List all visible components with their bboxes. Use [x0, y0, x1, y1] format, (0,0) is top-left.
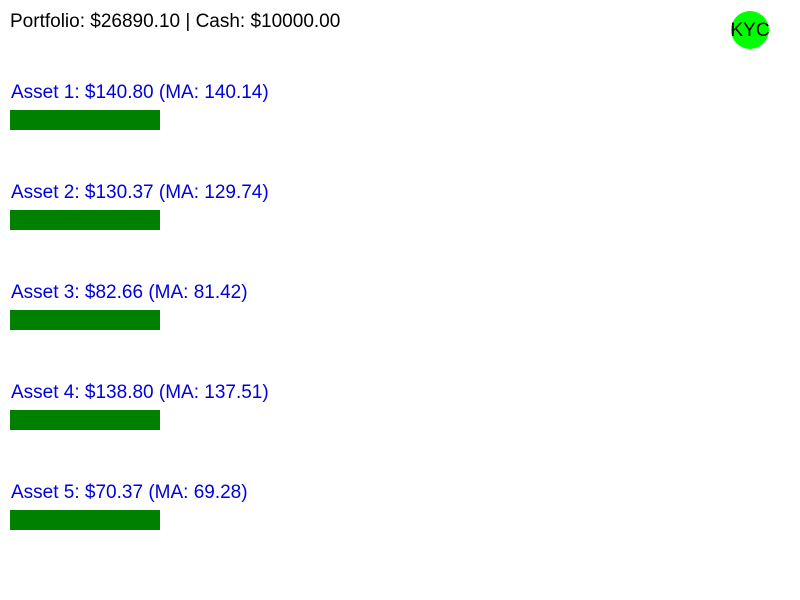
asset-label[interactable]: Asset 5: $70.37 (MA: 69.28): [11, 482, 248, 504]
asset-bar: [10, 110, 160, 130]
asset-label[interactable]: Asset 3: $82.66 (MA: 81.42): [11, 282, 248, 304]
asset-bar: [10, 210, 160, 230]
asset-item-4: Asset 4: $138.80 (MA: 137.51): [10, 382, 410, 462]
asset-item-3: Asset 3: $82.66 (MA: 81.42): [10, 282, 410, 362]
asset-label[interactable]: Asset 1: $140.80 (MA: 140.14): [11, 82, 269, 104]
asset-item-1: Asset 1: $140.80 (MA: 140.14): [10, 82, 410, 162]
asset-item-2: Asset 2: $130.37 (MA: 129.74): [10, 182, 410, 262]
asset-label[interactable]: Asset 4: $138.80 (MA: 137.51): [11, 382, 269, 404]
asset-bar: [10, 510, 160, 530]
asset-bar: [10, 410, 160, 430]
asset-item-5: Asset 5: $70.37 (MA: 69.28): [10, 482, 410, 562]
asset-list: Asset 1: $140.80 (MA: 140.14) Asset 2: $…: [0, 0, 800, 600]
asset-label[interactable]: Asset 2: $130.37 (MA: 129.74): [11, 182, 269, 204]
asset-bar: [10, 310, 160, 330]
